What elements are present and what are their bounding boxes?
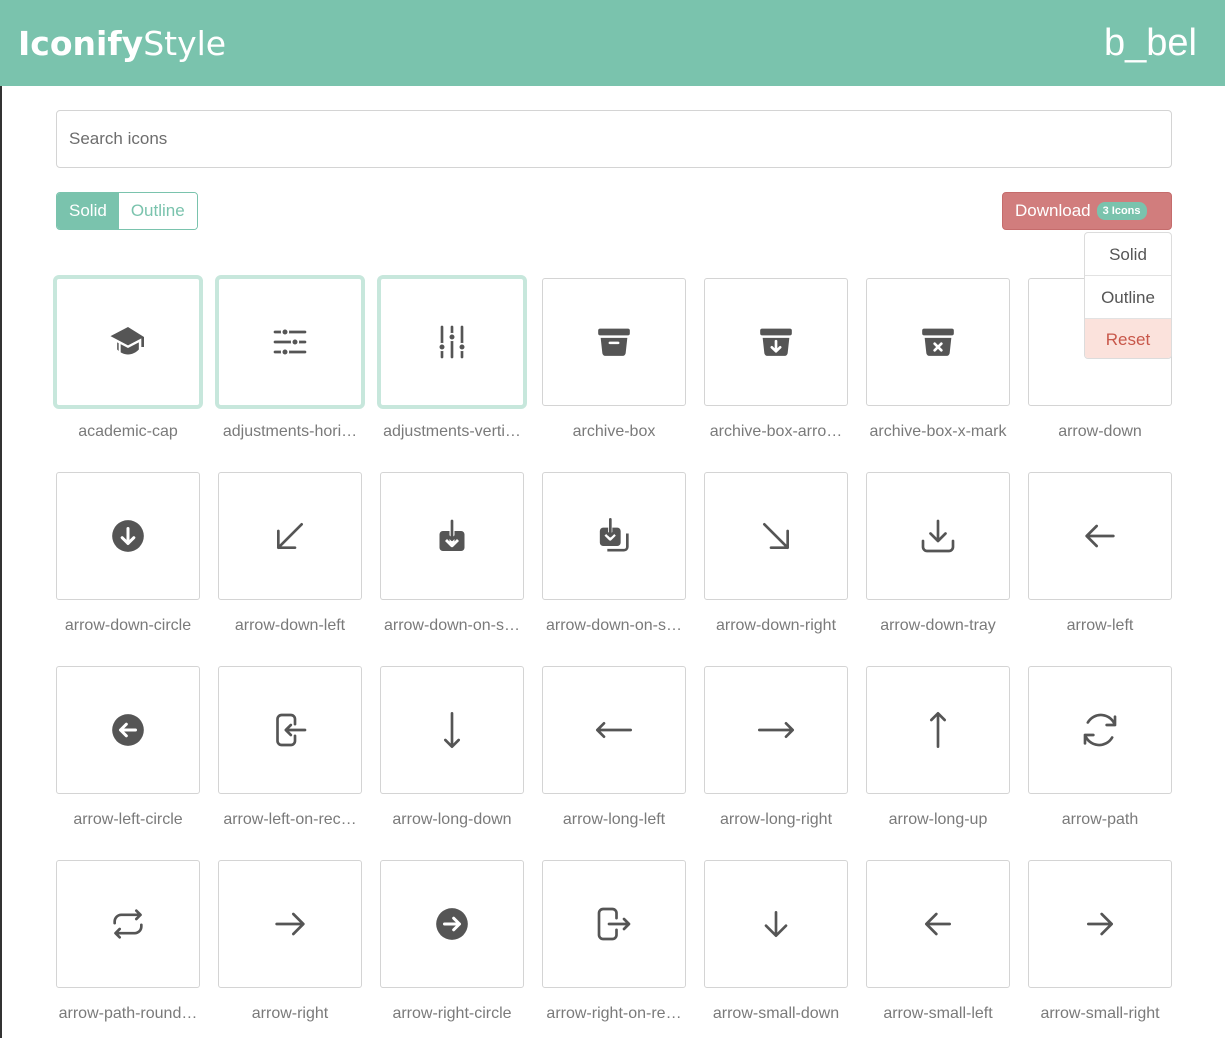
icon-tile-arrow-long-left[interactable]	[542, 666, 686, 794]
icon-label: arrow-left-circle	[73, 811, 183, 828]
icon-tile-arrow-long-right[interactable]	[704, 666, 848, 794]
arrow-small-left-icon	[925, 912, 951, 936]
archive-box-x-mark-icon	[922, 328, 954, 356]
icon-tile-arrow-small-left[interactable]	[866, 860, 1010, 988]
icon-tile-arrow-path[interactable]	[1028, 666, 1172, 794]
icon-tile-arrow-small-down[interactable]	[704, 860, 848, 988]
arrow-down-left-icon	[277, 523, 303, 549]
icon-label: arrow-right-on-re…	[546, 1005, 682, 1022]
icon-tile-arrow-right[interactable]	[218, 860, 362, 988]
icon-label: archive-box-x-mark	[869, 423, 1007, 440]
icon-tile-arrow-down-right[interactable]	[704, 472, 848, 600]
archive-box-icon	[598, 328, 630, 356]
icon-tile-arrow-path-rounded-square[interactable]	[56, 860, 200, 988]
download-menu-reset[interactable]: Reset	[1085, 319, 1171, 358]
icon-label: adjustments-hori…	[222, 423, 358, 440]
icon-tile-arrow-down-tray[interactable]	[866, 472, 1010, 600]
arrow-path-rounded-square-icon	[113, 909, 143, 939]
icon-tile-arrow-down-on-square-stack[interactable]	[542, 472, 686, 600]
icon-tile-arrow-down-circle[interactable]	[56, 472, 200, 600]
icon-tile-archive-box-x-mark[interactable]	[866, 278, 1010, 406]
icon-label: arrow-left-on-rec…	[223, 811, 357, 828]
icon-label: arrow-small-down	[712, 1005, 840, 1022]
icon-tile-arrow-left-on-rectangle[interactable]	[218, 666, 362, 794]
icon-tile-arrow-small-right[interactable]	[1028, 860, 1172, 988]
arrow-left-on-rectangle-icon	[276, 713, 307, 747]
icon-label: arrow-down-right	[715, 617, 837, 634]
icon-label: academic-cap	[78, 423, 178, 440]
arrow-left-icon	[1085, 524, 1115, 548]
icon-tile-arrow-right-on-rectangle[interactable]	[542, 860, 686, 988]
icon-label: arrow-small-right	[1040, 1005, 1160, 1022]
icon-label: arrow-down-on-s…	[545, 617, 683, 634]
arrow-long-right-icon	[758, 722, 794, 738]
icon-label: arrow-down-circle	[64, 617, 192, 634]
icon-grid: academic-cap adjustments-hori… adjustments…	[0, 0, 1225, 1038]
arrow-down-on-square-stack-icon	[599, 518, 629, 552]
icon-label: arrow-right	[251, 1005, 329, 1022]
download-menu: Solid Outline Reset	[1084, 232, 1172, 359]
icon-label: arrow-down-tray	[880, 617, 996, 634]
icon-tile-arrow-long-up[interactable]	[866, 666, 1010, 794]
icon-label: arrow-left	[1066, 617, 1134, 634]
icon-label: arrow-down-left	[234, 617, 346, 634]
icon-label: arrow-long-right	[719, 811, 833, 828]
icon-label: arrow-small-left	[883, 1005, 993, 1022]
arrow-down-on-square-icon	[439, 519, 465, 551]
arrow-down-circle-icon	[112, 520, 144, 552]
arrow-right-circle-icon	[436, 908, 468, 940]
icon-tile-adjustments-horizontal[interactable]	[215, 275, 365, 409]
icon-tile-academic-cap[interactable]	[53, 275, 203, 409]
academic-cap-icon	[110, 327, 144, 355]
arrow-down-tray-icon	[921, 519, 955, 553]
adjustments-horizontal-icon	[273, 327, 307, 357]
arrow-long-up-icon	[930, 712, 946, 748]
icon-tile-adjustments-vertical[interactable]	[377, 275, 527, 409]
arrow-path-icon	[1083, 713, 1117, 747]
arrow-right-on-rectangle-icon	[597, 907, 631, 941]
icon-label: arrow-right-circle	[392, 1005, 512, 1022]
icon-label: adjustments-verti…	[383, 423, 521, 440]
icon-label: arrow-path-round…	[58, 1005, 198, 1022]
icon-tile-arrow-right-circle[interactable]	[380, 860, 524, 988]
arrow-long-left-icon	[596, 722, 632, 738]
arrow-right-icon	[275, 912, 305, 936]
icon-tile-archive-box-arrow-down[interactable]	[704, 278, 848, 406]
adjustments-vertical-icon	[437, 325, 467, 359]
icon-tile-archive-box[interactable]	[542, 278, 686, 406]
download-menu-solid[interactable]: Solid	[1085, 233, 1171, 276]
icon-label: arrow-path	[1061, 811, 1139, 828]
icon-tile-arrow-down-left[interactable]	[218, 472, 362, 600]
download-menu-outline[interactable]: Outline	[1085, 276, 1171, 319]
icon-label: arrow-long-up	[888, 811, 988, 828]
arrow-down-right-icon	[763, 523, 789, 549]
icon-tile-arrow-left[interactable]	[1028, 472, 1172, 600]
icon-label: archive-box-arro…	[709, 423, 843, 440]
icon-label: arrow-down-on-s…	[383, 617, 521, 634]
icon-tile-arrow-left-circle[interactable]	[56, 666, 200, 794]
arrow-left-circle-icon	[112, 714, 144, 746]
icon-label: arrow-long-left	[562, 811, 666, 828]
archive-box-arrow-down-icon	[760, 328, 792, 356]
icon-label: archive-box	[572, 423, 656, 440]
arrow-long-down-icon	[444, 712, 460, 748]
icon-tile-arrow-long-down[interactable]	[380, 666, 524, 794]
icon-label: arrow-down	[1058, 423, 1142, 440]
arrow-small-down-icon	[764, 911, 788, 937]
arrow-small-right-icon	[1087, 912, 1113, 936]
icon-tile-arrow-down-on-square[interactable]	[380, 472, 524, 600]
icon-label: arrow-long-down	[392, 811, 512, 828]
